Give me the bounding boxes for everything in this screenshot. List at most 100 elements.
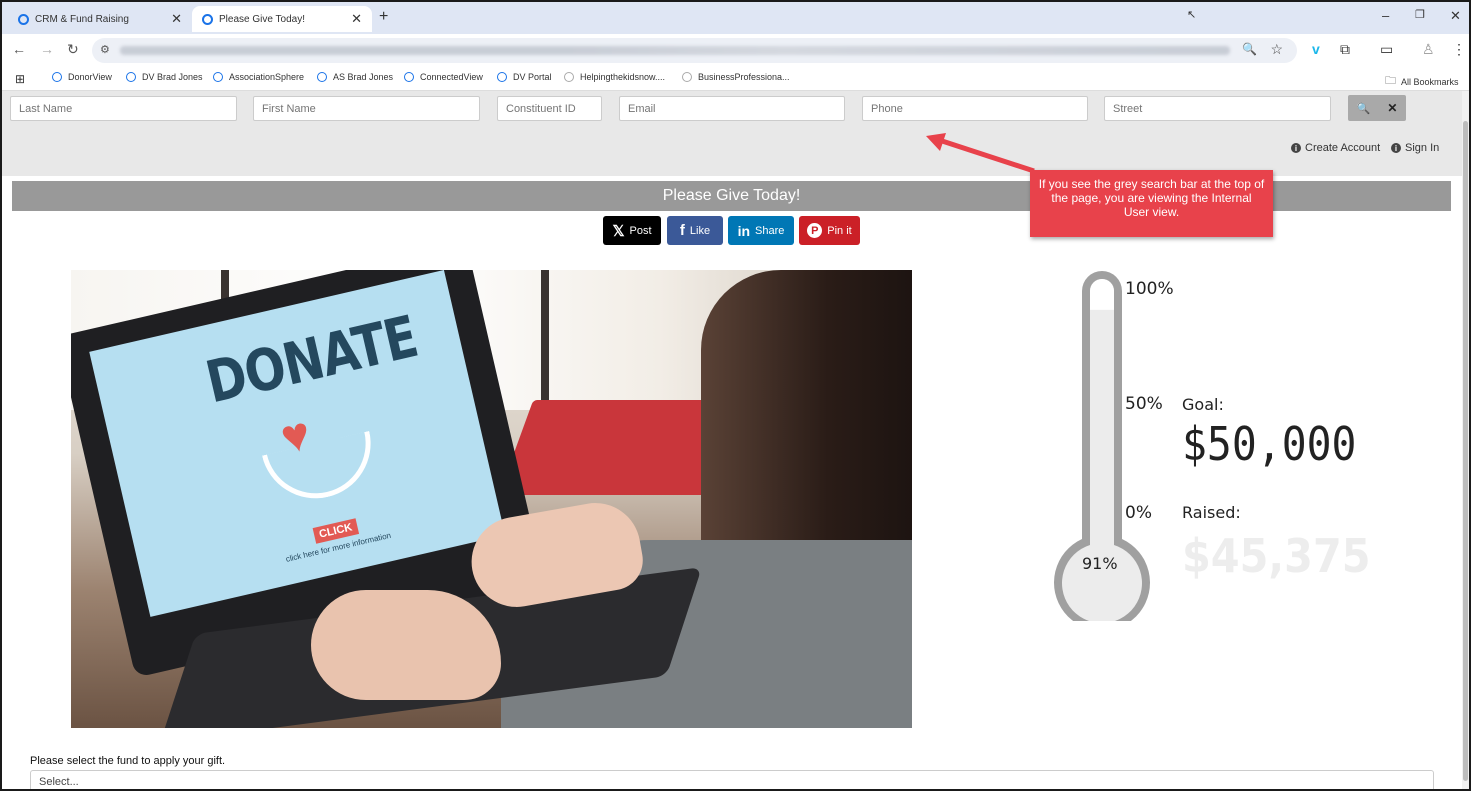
new-tab-button[interactable]: + [379, 8, 388, 26]
goal-label: Goal: [1182, 395, 1224, 414]
annotation-arrow-shaft [935, 136, 1035, 174]
bookmark-icon [497, 72, 507, 82]
linkedin-icon: in [737, 222, 751, 239]
bookmark-connectedview[interactable]: ConnectedView [404, 72, 483, 82]
tab-crm[interactable]: CRM & Fund Raising ✕ [8, 6, 192, 32]
annotation-callout: If you see the grey search bar at the to… [1030, 170, 1273, 237]
thermometer-label-50: 50% [1125, 394, 1163, 414]
cursor-icon: ↖ [1187, 9, 1197, 21]
bookmark-icon [52, 72, 62, 82]
create-account-label: Create Account [1305, 142, 1381, 154]
last-name-input[interactable] [10, 96, 237, 121]
tab-favicon-icon [202, 13, 213, 25]
email-input[interactable] [619, 96, 845, 121]
thermometer-label-100: 100% [1125, 279, 1174, 299]
hero-donate-text: DONATE [199, 303, 424, 417]
bookmark-label: DV Portal [513, 72, 552, 82]
zoom-icon[interactable]: 🔍 [1242, 42, 1257, 56]
menu-icon[interactable]: ⋮ [1452, 41, 1466, 58]
address-bar[interactable]: ⚙ 🔍 ☆ [92, 38, 1297, 63]
browser-window: CRM & Fund Raising ✕ Please Give Today! … [0, 0, 1471, 791]
bookmark-label: DonorView [68, 72, 112, 82]
sign-in-label: Sign In [1405, 142, 1440, 154]
info-icon: i [1291, 143, 1301, 153]
x-logo-icon: 𝕏 [612, 222, 625, 240]
tab-close-icon[interactable]: ✕ [351, 11, 362, 27]
street-input[interactable] [1104, 96, 1331, 121]
bookmark-star-icon[interactable]: ☆ [1270, 41, 1283, 58]
fund-select[interactable]: Select... [30, 770, 1434, 789]
tab-please-give[interactable]: Please Give Today! ✕ [192, 6, 372, 32]
vimeo-extension-icon[interactable]: v [1312, 41, 1320, 57]
blurred-url [120, 46, 1230, 55]
hero-laptop-screen: DONATE ♥ CLICK click here for more infor… [89, 270, 506, 617]
browser-toolbar: ← → ↻ ⚙ 🔍 ☆ v ⧉ ▭ ♙ ⋮ [2, 34, 1469, 67]
first-name-input[interactable] [253, 96, 480, 121]
bookmark-dv-brad-jones[interactable]: DV Brad Jones [126, 72, 203, 82]
extensions-icon[interactable]: ⧉ [1340, 41, 1350, 58]
thermometer-label-0: 0% [1125, 503, 1152, 523]
goal-value: $50,000 [1182, 417, 1357, 471]
facebook-icon: f [679, 222, 685, 239]
constituent-id-input[interactable] [497, 96, 602, 121]
bookmark-label: ConnectedView [420, 72, 483, 82]
thermometer-percent-label: 91% [1082, 554, 1118, 573]
bookmark-icon [564, 72, 574, 82]
hero-window-frame [541, 270, 549, 415]
forward-arrow-icon[interactable]: → [40, 41, 54, 57]
tab-search-icon[interactable]: ▭ [1380, 41, 1393, 58]
share-x-button[interactable]: 𝕏 Post [603, 216, 661, 245]
minimize-button[interactable]: – [1382, 8, 1389, 23]
hands-icon [262, 430, 382, 510]
page-content: 🔍 ✕ iCreate Account iSign In Please Give… [2, 91, 1462, 789]
create-account-link[interactable]: i Create Account [1291, 142, 1380, 154]
donate-hero-image: DONATE ♥ CLICK click here for more infor… [71, 270, 912, 728]
all-bookmarks[interactable]: 🗀 All Bookmarks [1385, 72, 1459, 91]
bookmark-label: AssociationSphere [229, 72, 305, 82]
bookmark-associationsphere[interactable]: AssociationSphere [213, 72, 304, 82]
share-facebook-label: Like [689, 224, 711, 237]
share-pinterest-button[interactable]: P Pin it [799, 216, 860, 245]
back-arrow-icon[interactable]: ← [12, 41, 26, 57]
bookmark-as-brad-jones[interactable]: AS Brad Jones [317, 72, 393, 82]
share-pinterest-label: Pin it [827, 224, 852, 237]
bookmark-dv-portal[interactable]: DV Portal [497, 72, 552, 82]
share-linkedin-label: Share [755, 224, 785, 237]
bookmarks-bar: ⊞ DonorView DV Brad Jones AssociationSph… [2, 67, 1469, 91]
bookmark-label: Helpingthekidsnow.... [580, 72, 666, 82]
bookmark-label: DV Brad Jones [142, 72, 203, 82]
site-info-icon[interactable]: ⚙ [100, 43, 110, 56]
folder-icon: 🗀 [1385, 75, 1396, 87]
tab-label: CRM & Fund Raising [35, 13, 129, 25]
bookmark-icon [682, 72, 692, 82]
tab-close-icon[interactable]: ✕ [171, 11, 182, 27]
bookmark-donorview[interactable]: DonorView [52, 72, 112, 82]
sign-in-link[interactable]: i Sign In [1391, 142, 1439, 154]
search-icon[interactable]: 🔍 [1357, 102, 1371, 115]
phone-input[interactable] [862, 96, 1088, 121]
restore-button[interactable]: ❐ [1415, 8, 1425, 21]
tab-label: Please Give Today! [219, 13, 305, 25]
apps-grid-icon[interactable]: ⊞ [15, 72, 25, 86]
bookmark-businessprofessional[interactable]: BusinessProfessiona... [682, 72, 790, 82]
tab-favicon-icon [18, 13, 29, 25]
fund-select-label: Please select the fund to apply your gif… [30, 755, 226, 767]
bookmark-icon [317, 72, 327, 82]
share-x-label: Post [629, 224, 652, 237]
annotation-arrow-head [926, 133, 946, 151]
profile-icon[interactable]: ♙ [1422, 41, 1435, 58]
scrollbar-thumb[interactable] [1463, 121, 1468, 781]
share-linkedin-button[interactable]: in Share [728, 216, 794, 245]
page-scrollbar[interactable] [1462, 91, 1469, 789]
reload-icon[interactable]: ↻ [67, 41, 79, 58]
bookmark-icon [126, 72, 136, 82]
raised-label: Raised: [1182, 503, 1241, 522]
bookmark-helpingthekidsnow[interactable]: Helpingthekidsnow.... [564, 72, 665, 82]
pinterest-icon: P [807, 223, 823, 238]
bookmark-icon [404, 72, 414, 82]
window-close-button[interactable]: ✕ [1450, 8, 1461, 24]
info-icon: i [1391, 143, 1401, 153]
share-facebook-button[interactable]: f Like [667, 216, 723, 245]
all-bookmarks-label: All Bookmarks [1401, 76, 1459, 87]
clear-icon[interactable]: ✕ [1387, 101, 1397, 115]
